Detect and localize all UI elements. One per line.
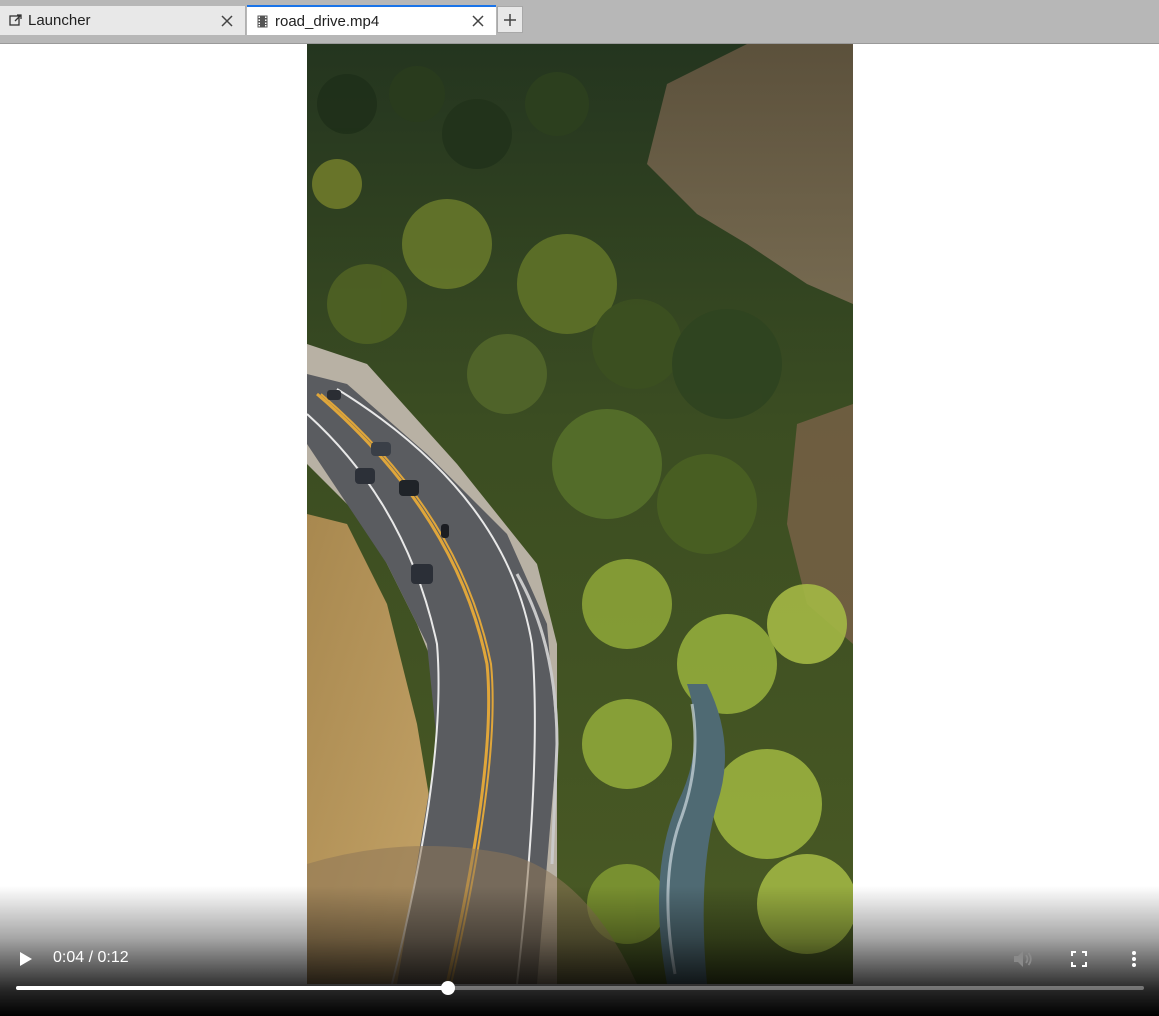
tab-bar: Launcher road_drive.mp4 [0,0,1159,44]
video-image [307,44,853,984]
tab-label: Launcher [28,12,91,29]
fullscreen-button[interactable] [1067,947,1091,971]
close-icon[interactable] [219,13,235,29]
progress-bar[interactable] [16,981,1144,995]
fullscreen-icon [1071,951,1087,967]
external-link-icon [8,14,22,28]
play-icon [20,952,32,966]
tab-label: road_drive.mp4 [275,12,380,30]
film-icon [255,14,269,28]
close-icon[interactable] [470,13,486,29]
video-frame[interactable] [307,44,853,984]
new-tab-button[interactable] [497,6,523,33]
plus-icon [504,13,516,26]
tab-road-drive[interactable]: road_drive.mp4 [247,5,496,35]
play-button[interactable] [14,947,38,971]
more-options-button[interactable] [1122,947,1146,971]
more-vertical-icon [1132,951,1136,967]
progress-thumb[interactable] [441,981,456,995]
mute-button[interactable] [1011,947,1035,971]
tab-launcher[interactable]: Launcher [0,6,246,35]
progress-fill [16,986,449,990]
video-player[interactable]: 0:04 / 0:12 [0,44,1159,1016]
controls-overlay [0,886,1159,1016]
volume-icon [1014,951,1032,967]
time-display: 0:04 / 0:12 [53,949,129,966]
